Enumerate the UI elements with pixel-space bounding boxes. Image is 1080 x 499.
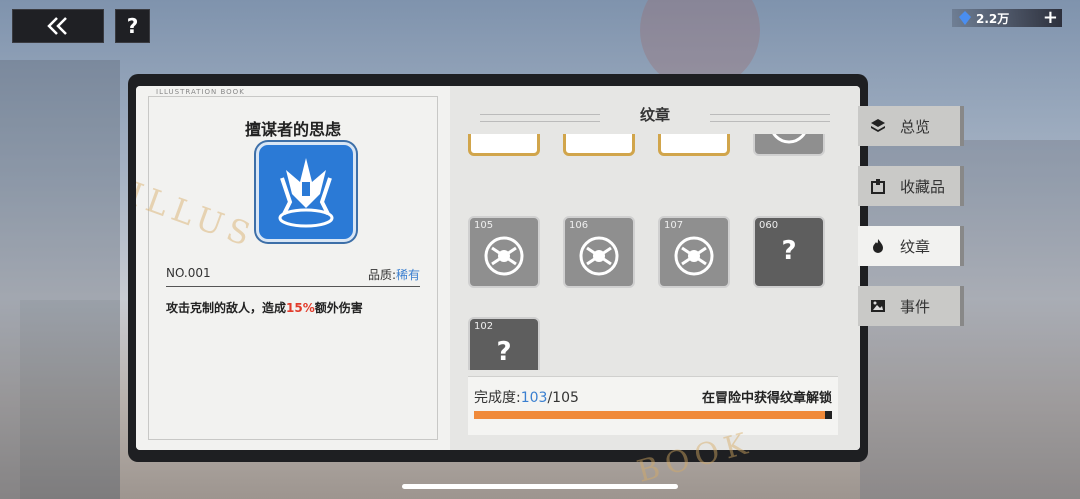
section-title: 纹章 bbox=[639, 106, 670, 124]
emblem-art-icon bbox=[674, 236, 714, 276]
image-icon bbox=[871, 300, 885, 312]
emblem-list-page: 纹章 105 106 107 060? 102? 完成度:103/105 在冒险中获得纹… bbox=[450, 86, 860, 450]
emblem-number: 060 bbox=[759, 220, 779, 231]
tab-label: 事件 bbox=[900, 297, 931, 316]
crystal-icon bbox=[959, 11, 971, 25]
tab-collection[interactable]: 收藏品 bbox=[858, 166, 964, 206]
badge-number: NO.001 bbox=[166, 266, 211, 280]
layers-icon bbox=[871, 119, 885, 132]
emblem-art-icon bbox=[772, 134, 806, 144]
tab-label: 总览 bbox=[900, 117, 931, 136]
book-header-text: ILLUSTRATION BOOK bbox=[156, 88, 245, 96]
currency-display[interactable]: 2.2万 + bbox=[952, 9, 1062, 27]
badge-title: 擅谋者的思虑 bbox=[244, 120, 341, 139]
badge-emblem-icon bbox=[256, 142, 356, 242]
emblem-art-icon bbox=[484, 236, 524, 276]
collection-icon bbox=[871, 179, 885, 194]
badge-description: 攻击克制的敌人，造成15%额外伤害 bbox=[166, 299, 363, 316]
emblem-tile[interactable] bbox=[563, 134, 635, 156]
tab-label: 收藏品 bbox=[900, 177, 946, 196]
completion-text: 完成度:103/105 bbox=[474, 387, 579, 407]
double-chevron-left-icon bbox=[47, 17, 67, 35]
completion-total: 105 bbox=[552, 390, 579, 406]
currency-amount: 2.2万 bbox=[976, 11, 1010, 26]
emblem-tile[interactable] bbox=[753, 134, 825, 156]
completion-current: 103 bbox=[520, 390, 548, 406]
completion-label: 完成度: bbox=[474, 390, 521, 406]
progress-bar-fill bbox=[474, 411, 826, 419]
illustration-book: ILLUSTRATION BOOK ILLUS 擅谋者的思虑 NO.001 品质… bbox=[128, 74, 868, 462]
desc-text: 攻击克制的敌人，造成 bbox=[166, 301, 287, 315]
emblem-tile-locked[interactable]: 102? bbox=[468, 317, 540, 370]
detail-page: ILLUSTRATION BOOK ILLUS 擅谋者的思虑 NO.001 品质… bbox=[136, 86, 451, 450]
quality-label: 品质: bbox=[367, 268, 396, 282]
desc-highlight: 15% bbox=[286, 301, 315, 315]
help-button[interactable]: ? bbox=[115, 9, 150, 43]
badge-meta-row: NO.001 品质:稀有 bbox=[166, 266, 420, 283]
emblem-number: 102 bbox=[474, 321, 494, 332]
badge-quality: 品质:稀有 bbox=[368, 266, 420, 283]
home-indicator[interactable] bbox=[402, 484, 678, 489]
emblem-tile-locked[interactable]: 060? bbox=[753, 216, 825, 288]
progress-panel: 完成度:103/105 在冒险中获得纹章解锁 bbox=[468, 376, 838, 435]
locked-mark: ? bbox=[496, 337, 512, 367]
tab-emblems[interactable]: 纹章 bbox=[858, 226, 964, 266]
emblem-tile[interactable] bbox=[658, 134, 730, 156]
quality-value: 稀有 bbox=[395, 268, 420, 282]
emblem-tile[interactable]: 105 bbox=[468, 216, 540, 288]
progress-bar bbox=[474, 411, 832, 419]
emblem-tile[interactable] bbox=[468, 134, 540, 156]
tab-overview[interactable]: 总览 bbox=[858, 106, 964, 146]
tab-events[interactable]: 事件 bbox=[858, 286, 964, 326]
add-currency-button[interactable]: + bbox=[1043, 9, 1058, 27]
emblem-tile[interactable]: 106 bbox=[563, 216, 635, 288]
desc-text-end: 额外伤害 bbox=[314, 301, 363, 315]
back-button[interactable] bbox=[12, 9, 104, 43]
locked-mark: ? bbox=[781, 236, 797, 266]
unlock-hint: 在冒险中获得纹章解锁 bbox=[701, 391, 832, 406]
emblem-art-icon bbox=[579, 236, 619, 276]
emblem-grid[interactable]: 105 106 107 060? 102? bbox=[468, 134, 858, 370]
tab-label: 纹章 bbox=[900, 237, 931, 256]
emblem-tile[interactable]: 107 bbox=[658, 216, 730, 288]
divider bbox=[166, 286, 420, 287]
book-page: ILLUSTRATION BOOK ILLUS 擅谋者的思虑 NO.001 品质… bbox=[136, 86, 860, 450]
flame-icon bbox=[873, 239, 883, 253]
